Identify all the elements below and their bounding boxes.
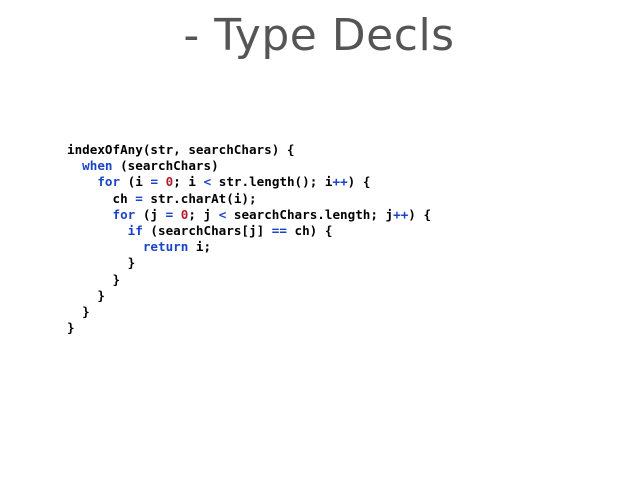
code-text: ; j — [188, 206, 219, 222]
code-line: } — [67, 255, 431, 271]
code-text: (i — [120, 174, 151, 190]
code-line: ch = str.charAt(i); — [67, 191, 431, 207]
code-keyword: for — [112, 206, 136, 222]
code-text: indexOfAny(str, searchChars) { — [67, 142, 295, 157]
code-text: ch) { — [286, 222, 333, 238]
code-text: str.charAt(i); — [142, 190, 257, 206]
code-keyword: ++ — [393, 206, 409, 222]
code-text: str.length(); i — [211, 174, 333, 190]
code-line: for (i = 0; i < str.length(); i++) { — [67, 174, 431, 190]
code-line: if (searchChars[j] == ch) { — [67, 223, 431, 239]
code-keyword: ++ — [332, 174, 348, 190]
code-keyword: = — [135, 190, 143, 206]
code-line: when (searchChars) — [67, 158, 431, 174]
code-line: return i; — [67, 239, 431, 255]
code-keyword: == — [271, 222, 287, 238]
code-text: ; i — [173, 174, 204, 190]
code-text: } — [67, 320, 75, 336]
code-text: ) { — [347, 174, 371, 190]
code-keyword: if — [127, 222, 143, 238]
code-line: for (j = 0; j < searchChars.length; j++)… — [67, 206, 432, 223]
code-text: (j — [135, 206, 166, 222]
slide: - Type Decls indexOfAny(str, searchChars… — [0, 0, 638, 479]
code-text: } — [97, 287, 105, 303]
code-text: searchChars.length; j — [226, 206, 394, 222]
code-line: indexOfAny(str, searchChars) { — [67, 142, 431, 158]
slide-title: - Type Decls — [183, 10, 455, 61]
code-line: } — [67, 320, 431, 336]
code-keyword: = — [150, 174, 159, 190]
code-keyword: return — [142, 239, 189, 255]
code-line: } — [67, 304, 431, 320]
code-text: (searchChars[j] — [142, 222, 272, 238]
code-text: } — [127, 255, 136, 271]
code-text: } — [112, 271, 121, 287]
code-line: } — [67, 288, 431, 304]
code-block: indexOfAny(str, searchChars) { when (sea… — [67, 142, 431, 336]
code-text: } — [82, 303, 90, 319]
code-text: i; — [188, 239, 212, 255]
code-text: (searchChars) — [112, 158, 219, 174]
code-keyword: for — [97, 174, 121, 190]
code-text: ch — [112, 190, 136, 206]
code-text: ) { — [408, 206, 432, 222]
code-line: } — [67, 272, 431, 288]
code-keyword: when — [82, 158, 113, 174]
